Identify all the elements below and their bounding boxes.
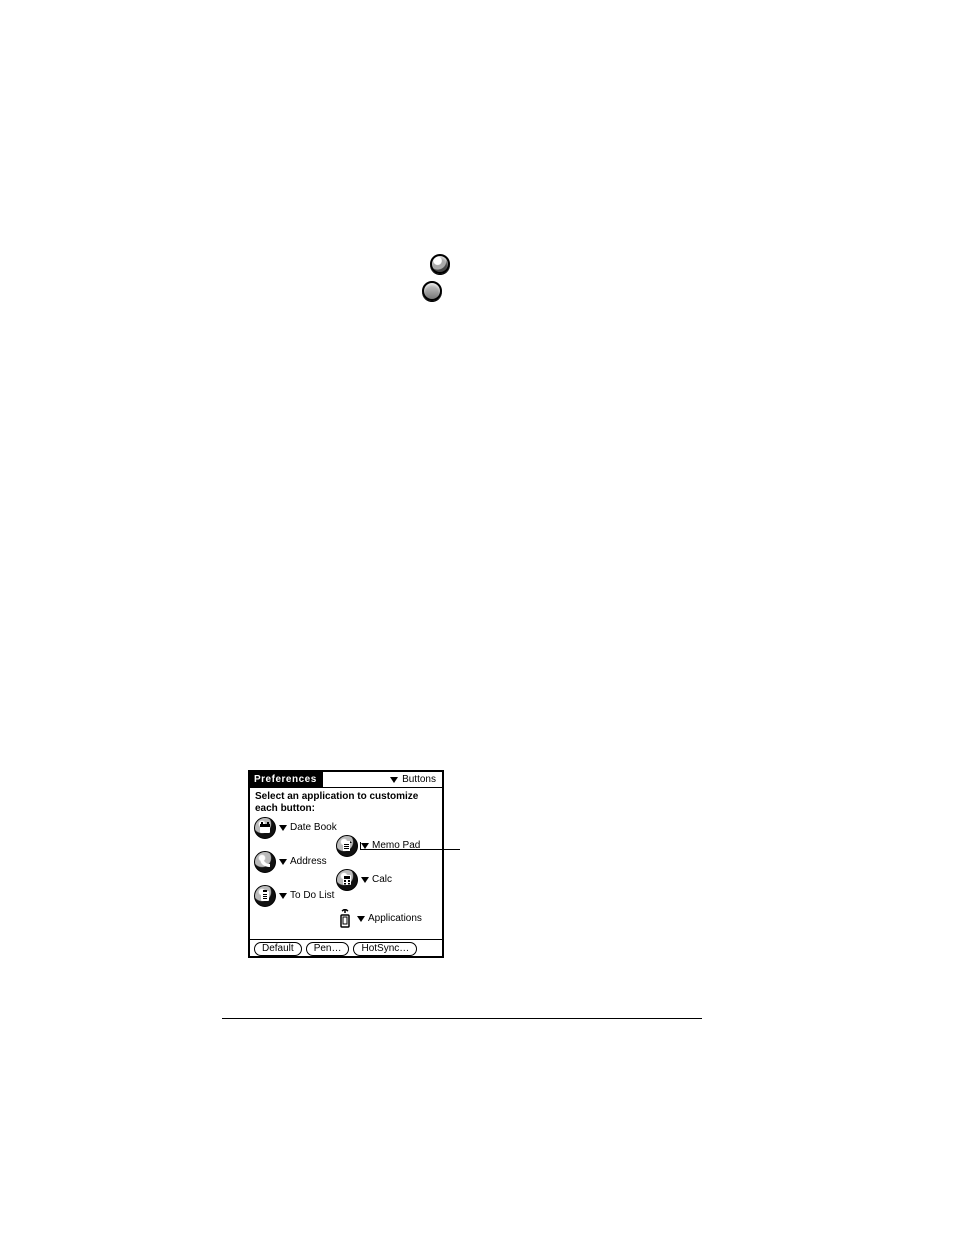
chevron-down-icon (390, 777, 398, 783)
address-picker[interactable]: Address (279, 856, 327, 868)
slot-date-book: Date Book (254, 817, 337, 839)
palm-button-row: Default Pen… HotSync… (250, 939, 442, 957)
chevron-down-icon (357, 916, 365, 922)
palm-button-grid: Date Book Address To Do List (250, 815, 442, 939)
applications-icon (336, 909, 354, 929)
footer-rule (222, 1018, 702, 1019)
calc-icon (336, 869, 358, 891)
slot-memo: Memo Pad (336, 835, 420, 857)
hotsync-button[interactable]: HotSync… (353, 942, 417, 956)
slot-address: Address (254, 851, 327, 873)
todo-label: To Do List (290, 890, 334, 902)
chevron-down-icon (279, 893, 287, 899)
palm-preferences-screen: Preferences Buttons Select an applicatio… (248, 770, 444, 958)
callout-leader (360, 849, 460, 850)
date-book-icon (254, 817, 276, 839)
palm-title-gap (323, 772, 384, 787)
memo-picker[interactable]: Memo Pad (361, 840, 420, 852)
palm-category-label: Buttons (402, 774, 436, 786)
chevron-down-icon (279, 859, 287, 865)
slot-todo: To Do List (254, 885, 334, 907)
todo-icon (254, 885, 276, 907)
chevron-down-icon (279, 825, 287, 831)
chevron-down-icon (361, 877, 369, 883)
palm-title: Preferences (250, 772, 323, 787)
date-book-picker[interactable]: Date Book (279, 822, 337, 834)
palm-category-picker[interactable]: Buttons (384, 772, 442, 787)
pen-button[interactable]: Pen… (306, 942, 350, 956)
slot-applications: Applications (336, 909, 422, 929)
calc-picker[interactable]: Calc (361, 874, 392, 886)
palm-instructions: Select an application to customize each … (250, 788, 442, 815)
inline-icon-b (422, 281, 442, 301)
applications-label: Applications (368, 913, 422, 925)
applications-picker[interactable]: Applications (357, 913, 422, 925)
default-button[interactable]: Default (254, 942, 302, 956)
memo-label: Memo Pad (372, 840, 420, 852)
callout-leader-vert (360, 842, 361, 849)
todo-picker[interactable]: To Do List (279, 890, 334, 902)
calc-label: Calc (372, 874, 392, 886)
address-label: Address (290, 856, 327, 868)
inline-icon-a (430, 254, 450, 274)
address-icon (254, 851, 276, 873)
memo-icon (336, 835, 358, 857)
slot-calc: Calc (336, 869, 392, 891)
date-book-label: Date Book (290, 822, 337, 834)
palm-titlebar: Preferences Buttons (250, 772, 442, 788)
